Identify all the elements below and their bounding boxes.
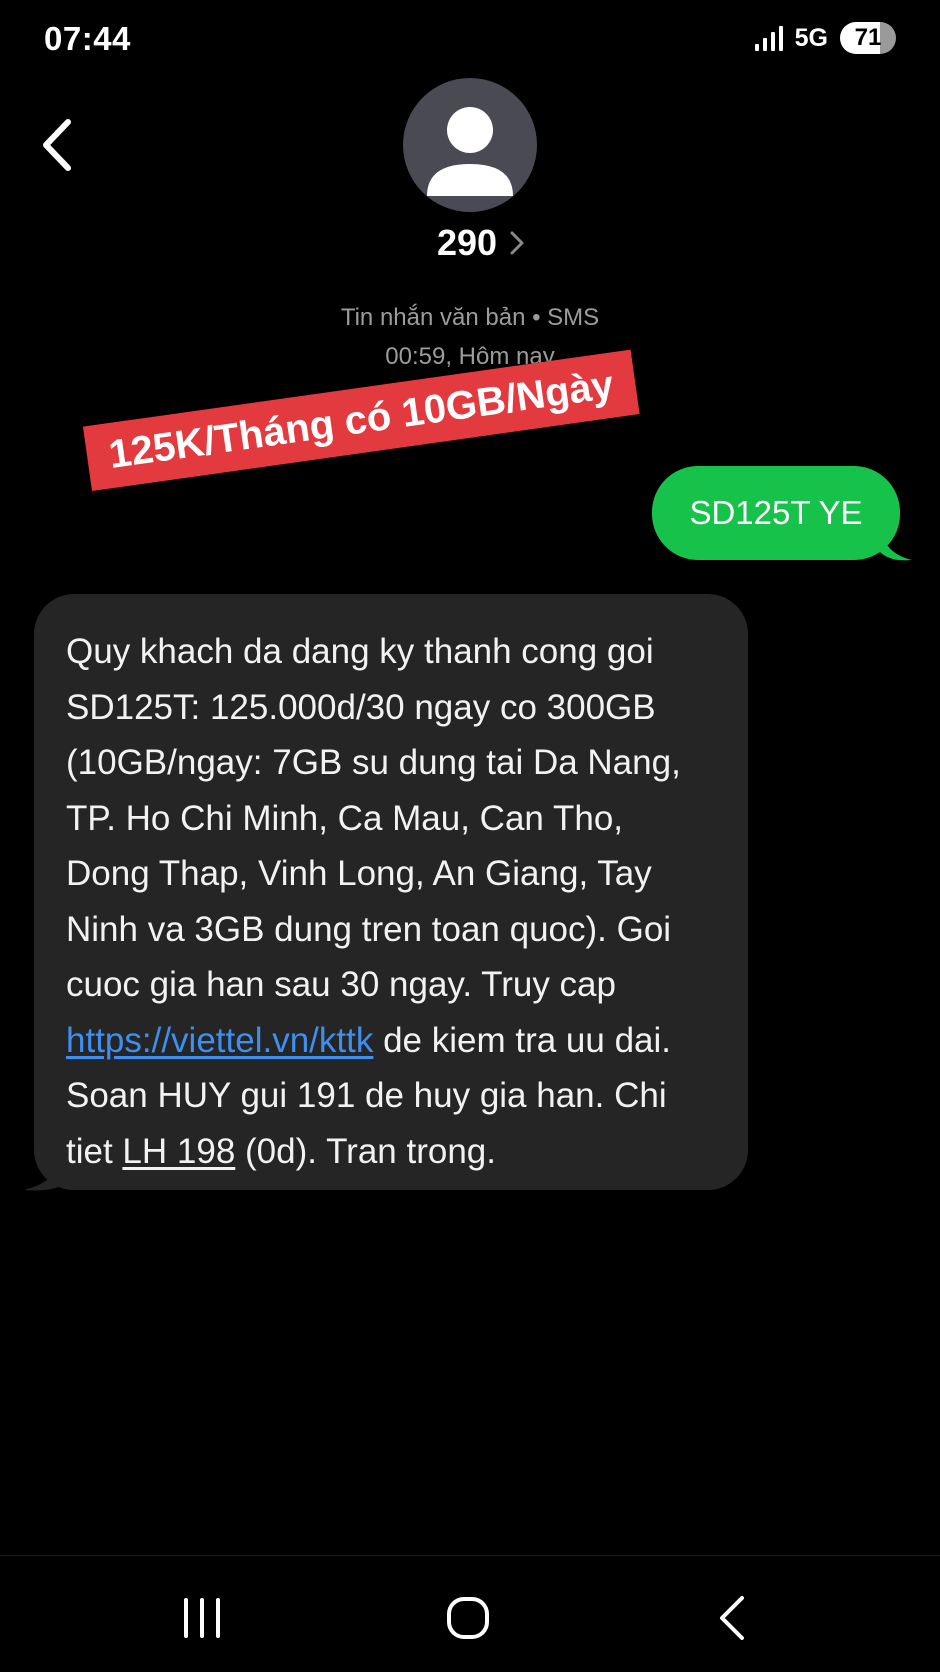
status-time: 07:44 (44, 20, 131, 57)
home-icon[interactable] (444, 1594, 492, 1642)
message-text-part: Quy khach da dang ky thanh cong goi SD12… (66, 632, 681, 1004)
battery-icon: 71 (840, 22, 896, 54)
message-link[interactable]: https://viettel.vn/kttk (66, 1021, 373, 1060)
status-bar: 07:44 5G 71 (0, 0, 940, 80)
received-message-text: Quy khach da dang ky thanh cong goi SD12… (66, 624, 716, 1179)
sent-bubble-tail (880, 530, 912, 561)
message-timestamp: 00:59, Hôm nay (385, 343, 555, 370)
contact-name[interactable]: 290 (413, 222, 497, 264)
navigation-bar (0, 1555, 940, 1672)
avatar[interactable] (403, 78, 537, 212)
signal-icon (754, 25, 783, 51)
recents-icon[interactable] (180, 1596, 224, 1640)
battery-level: 71 (854, 24, 882, 51)
status-icons: 5G 71 (754, 22, 896, 54)
message-text-part: (0d). Tran trong. (235, 1131, 496, 1171)
chevron-right-icon (510, 231, 524, 255)
message-type-label: Tin nhắn văn bản • SMS (340, 304, 600, 331)
back-icon[interactable] (714, 1594, 750, 1642)
sent-message-bubble[interactable]: SD125T YE (652, 466, 900, 560)
received-message-bubble[interactable]: Quy khach da dang ky thanh cong goi SD12… (34, 594, 748, 1190)
network-label: 5G (794, 23, 828, 52)
contact-header[interactable]: 290 (0, 222, 940, 264)
message-phone-link[interactable]: LH 198 (122, 1132, 235, 1171)
back-button[interactable] (36, 110, 92, 180)
sent-message-text: SD125T YE (689, 494, 863, 531)
person-icon (427, 107, 513, 196)
received-bubble-tail (24, 1158, 62, 1191)
chevron-left-icon (43, 119, 71, 171)
